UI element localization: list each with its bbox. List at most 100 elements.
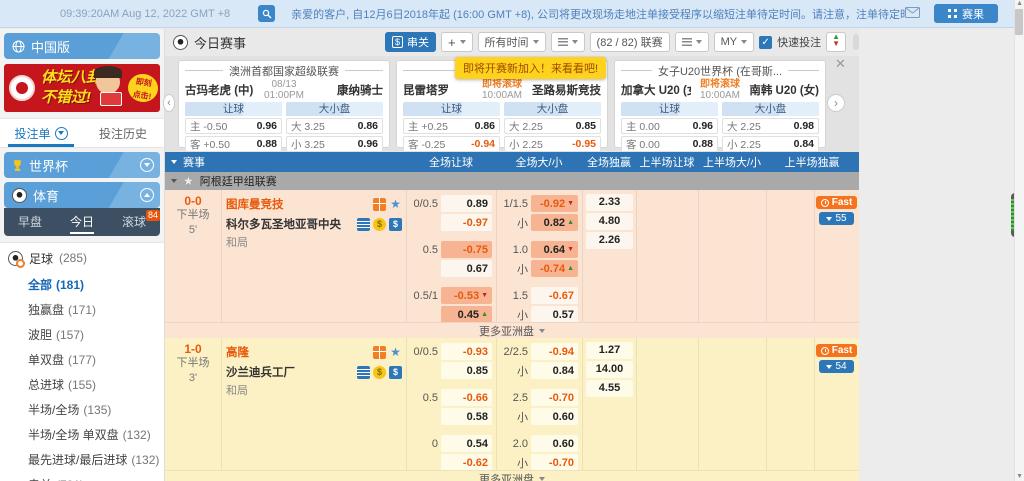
featured-match-card[interactable]: 澳洲首都国家超级联赛 古玛老虎 (中) 08/13 01:00PM 康纳骑士 让… xyxy=(178,60,390,148)
sidebar-item-odd-even[interactable]: 单双盘(177) xyxy=(0,348,164,373)
odds-cell[interactable]: 客 0.000.88 xyxy=(621,136,718,152)
promo-banner[interactable]: 体坛八卦 不错过! 即刻点击! xyxy=(4,64,160,112)
odds-cell[interactable]: 0.54 xyxy=(441,435,492,452)
collapse-all-icon[interactable] xyxy=(171,160,177,164)
results-button[interactable]: 赛果 xyxy=(934,4,998,23)
odds-cell[interactable]: 0.60 xyxy=(531,408,578,425)
odds-cell[interactable]: -0.70 xyxy=(531,454,578,471)
sidebar-item-total-goals[interactable]: 总进球(155) xyxy=(0,373,164,398)
close-icon[interactable]: ✕ xyxy=(835,56,846,72)
odds-cell[interactable]: 4.80 xyxy=(586,213,633,230)
add-filter-button[interactable]: + xyxy=(441,32,473,52)
sidebar-item-first-last-goal[interactable]: 最先进球/最后进球(132) xyxy=(0,448,164,473)
subtab-early[interactable]: 早盘 xyxy=(4,208,56,236)
collapse-league-icon[interactable] xyxy=(171,179,177,183)
parlay-icon[interactable] xyxy=(357,218,370,231)
parlay-icon[interactable] xyxy=(357,366,370,379)
favorite-star-icon[interactable]: ★ xyxy=(389,198,402,211)
odds-cell[interactable]: 2.26 xyxy=(586,232,633,249)
page-scrollbar[interactable]: ▲ ▼ xyxy=(1014,0,1024,481)
odds-cell[interactable]: 主 0.000.96 xyxy=(621,118,718,134)
mail-icon[interactable] xyxy=(905,7,920,21)
odds-cell[interactable]: 0.45 xyxy=(441,306,492,323)
more-bets-count-badge[interactable]: 55 xyxy=(819,212,853,225)
odds-cell[interactable]: -0.92 xyxy=(531,195,578,212)
odds-cell[interactable]: -0.75 xyxy=(441,241,492,258)
stats-icon[interactable] xyxy=(373,198,386,211)
odds-cell[interactable]: 0.85 xyxy=(441,362,492,379)
odds-cell[interactable]: 0.82 xyxy=(531,214,578,231)
home-team[interactable]: 高隆 xyxy=(226,344,373,360)
odds-cell[interactable]: 小 3.250.96 xyxy=(286,136,383,152)
subtab-today[interactable]: 今日 xyxy=(56,208,108,236)
league-filter-button[interactable]: (82 / 82) 联赛 xyxy=(590,32,670,52)
odds-cell[interactable]: 小 2.250.84 xyxy=(722,136,819,152)
odds-cell[interactable]: 小 2.25-0.95 xyxy=(504,136,601,152)
odds-cell[interactable]: 0.64 xyxy=(531,241,578,258)
parlay-button[interactable]: $ 串关 xyxy=(385,32,436,52)
odds-cell[interactable]: 2.33 xyxy=(586,194,633,211)
more-bets-count-badge[interactable]: 54 xyxy=(819,360,853,373)
view-mode-dropdown[interactable] xyxy=(675,32,709,52)
fast-market-badge[interactable]: Fast xyxy=(816,344,858,357)
odds-cell[interactable]: 0.57 xyxy=(531,306,578,323)
odds-cell[interactable]: -0.94 xyxy=(531,343,578,360)
sidebar-item-moneyline[interactable]: 独赢盘(171) xyxy=(0,298,164,323)
featured-match-card[interactable]: 女子U20世界杯 (在哥斯... 加拿大 U20 (女) 即将滚球 10:00A… xyxy=(614,60,826,148)
odds-cell[interactable]: -0.62 xyxy=(441,454,492,471)
search-icon[interactable] xyxy=(258,5,275,22)
tab-betslip[interactable]: 投注单 xyxy=(0,119,82,147)
odds-cell[interactable]: 主 -0.500.96 xyxy=(185,118,282,134)
more-asian-lines-link[interactable]: 更多亚洲盘 xyxy=(165,470,859,481)
odds-cell[interactable]: 主 +0.250.86 xyxy=(403,118,500,134)
odds-cell[interactable]: 0.89 xyxy=(441,195,492,212)
quick-bet-checkbox[interactable]: ✓ xyxy=(759,36,772,49)
edition-selector[interactable]: 中国版 xyxy=(4,33,160,59)
odds-cell[interactable]: 0.58 xyxy=(441,408,492,425)
odds-cell[interactable]: -0.93 xyxy=(441,343,492,360)
section-sports[interactable]: 体育 xyxy=(4,182,160,208)
stats-icon[interactable] xyxy=(373,346,386,359)
favorite-star-icon[interactable]: ★ xyxy=(183,174,194,188)
away-team[interactable]: 科尔多瓦圣地亚哥中央 xyxy=(226,216,357,232)
coin-icon[interactable]: $ xyxy=(373,218,386,231)
carousel-next-button[interactable]: › xyxy=(827,94,845,112)
fast-market-badge[interactable]: Fast xyxy=(816,196,858,209)
section-world-cup[interactable]: 世界杯 xyxy=(4,152,160,178)
odds-cell[interactable]: -0.53 xyxy=(441,287,492,304)
sidebar-item-correct-score[interactable]: 波胆(157) xyxy=(0,323,164,348)
subtab-live[interactable]: 滚球84 xyxy=(108,208,160,236)
odds-cell[interactable]: 1.27 xyxy=(586,342,633,359)
league-row[interactable]: ★ 阿根廷甲组联赛 xyxy=(165,172,859,190)
odds-cell[interactable]: -0.66 xyxy=(441,389,492,406)
favorite-star-icon[interactable]: ★ xyxy=(389,346,402,359)
odds-cell[interactable]: -0.97 xyxy=(441,214,492,231)
away-team[interactable]: 沙兰迪兵工厂 xyxy=(226,364,357,380)
sort-dropdown[interactable] xyxy=(551,32,585,52)
sidebar-item-parlay[interactable]: 串关(701) xyxy=(0,473,164,481)
tab-bet-history[interactable]: 投注历史 xyxy=(82,119,164,147)
odds-format-dropdown[interactable]: MY xyxy=(714,32,755,52)
odds-cell[interactable]: 大 2.250.85 xyxy=(504,118,601,134)
odds-cell[interactable]: 大 2.250.98 xyxy=(722,118,819,134)
sidebar-item-ht-ft[interactable]: 半场/全场(135) xyxy=(0,398,164,423)
odds-cell[interactable]: 4.55 xyxy=(586,380,633,397)
odds-cell[interactable]: 0.84 xyxy=(531,362,578,379)
cash-icon[interactable]: $ xyxy=(389,366,402,379)
sidebar-item-ht-ft-odd-even[interactable]: 半场/全场 单双盘(132) xyxy=(0,423,164,448)
odds-cell[interactable]: 大 3.250.86 xyxy=(286,118,383,134)
scroll-down-arrow[interactable]: ▼ xyxy=(1016,473,1023,480)
odds-cell[interactable]: 客 -0.25-0.94 xyxy=(403,136,500,152)
time-filter-dropdown[interactable]: 所有时间 xyxy=(478,32,546,52)
odds-cell[interactable]: -0.67 xyxy=(531,287,578,304)
carousel-prev-button[interactable]: ‹ xyxy=(163,94,175,112)
odds-cell[interactable]: 0.67 xyxy=(441,260,492,277)
scrollbar-thumb[interactable] xyxy=(1015,9,1023,35)
cash-icon[interactable]: $ xyxy=(389,218,402,231)
scroll-up-arrow[interactable]: ▲ xyxy=(1016,0,1023,7)
odds-cell[interactable]: -0.70 xyxy=(531,389,578,406)
odds-cell[interactable]: 客 +0.500.88 xyxy=(185,136,282,152)
more-asian-lines-link[interactable]: 更多亚洲盘 xyxy=(165,322,859,338)
odds-cell[interactable]: 0.60 xyxy=(531,435,578,452)
sport-football[interactable]: 足球 (285) xyxy=(0,243,164,273)
